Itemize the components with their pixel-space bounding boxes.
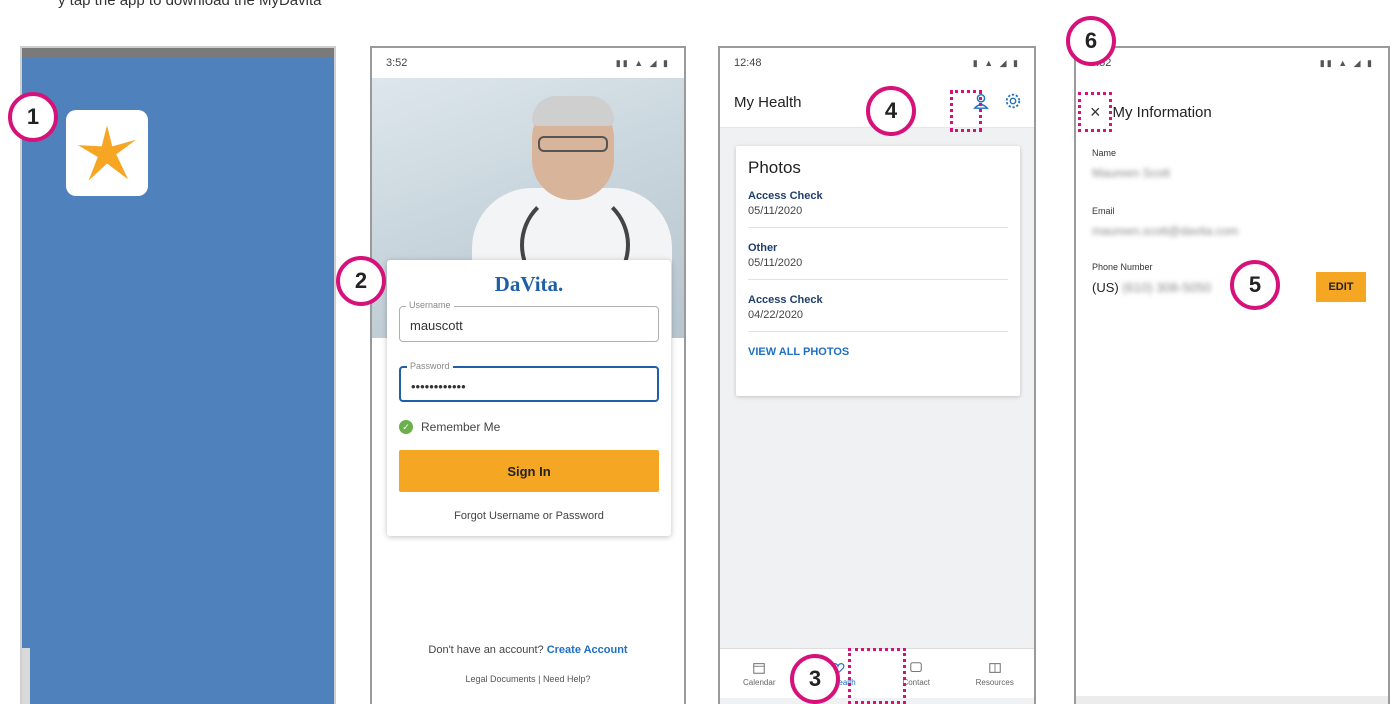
name-value: Maureen Scott: [1092, 166, 1171, 180]
status-time: 3:52: [386, 57, 408, 69]
tab-resources[interactable]: Resources: [956, 649, 1035, 698]
username-value: mauscott: [410, 318, 463, 333]
name-label: Name: [1092, 148, 1117, 158]
email-value: maureen.scott@davita.com: [1092, 224, 1239, 238]
need-help-link[interactable]: Need Help?: [543, 674, 591, 684]
page-title: My Health: [734, 94, 802, 111]
profile-icon-highlight: [950, 90, 982, 132]
tab-label: Calendar: [743, 677, 776, 687]
status-time: 12:48: [734, 57, 762, 69]
step-2-callout: 2: [336, 256, 386, 306]
step-5-callout: 5: [1230, 260, 1280, 310]
photo-type: Access Check: [748, 190, 823, 202]
screen-edge: [1076, 696, 1388, 704]
footer-separator: |: [538, 674, 541, 684]
status-icons: ▮▮ ▲ ◢ ▮: [1319, 57, 1374, 68]
page-title: My Information: [1112, 103, 1212, 121]
tutorial-stage: y tap the app to download the MyDavita 3…: [0, 0, 1391, 704]
username-field[interactable]: Username mauscott: [399, 300, 659, 342]
photo-item[interactable]: Access Check 04/22/2020: [748, 294, 1008, 332]
photo-item[interactable]: Access Check 05/11/2020: [748, 190, 1008, 228]
check-icon: ✓: [399, 420, 413, 434]
tab-label: Resources: [975, 677, 1014, 687]
status-icons: ▮▮ ▲ ◢ ▮: [615, 57, 670, 68]
email-label: Email: [1092, 206, 1115, 216]
phone-number: (US) (610) 308-5050: [1092, 280, 1211, 295]
instruction-text: y tap the app to download the MyDavita: [58, 0, 322, 9]
status-strip: [22, 48, 334, 58]
password-field[interactable]: Password ••••••••••••: [399, 361, 659, 402]
close-icon-highlight: [1078, 92, 1112, 132]
my-health-tab-highlight: [848, 648, 906, 704]
create-account-row: Don't have an account? Create Account: [372, 644, 684, 656]
password-value: ••••••••••••: [411, 379, 466, 394]
step-6-callout: 6: [1066, 16, 1116, 66]
status-bar: 12:48 ▮ ▲ ◢ ▮: [720, 48, 1034, 78]
view-all-photos-link[interactable]: VIEW ALL PHOTOS: [748, 346, 1008, 358]
my-health-screen: 12:48 ▮ ▲ ◢ ▮ My Health Photos Access Ch…: [718, 46, 1036, 704]
login-screen: 3:52 ▮▮ ▲ ◢ ▮ DaVita. Username mauscott …: [370, 46, 686, 704]
photo-date: 04/22/2020: [748, 309, 804, 321]
remember-me-toggle[interactable]: ✓ Remember Me: [399, 420, 500, 434]
my-information-screen: 3:52 ▮▮ ▲ ◢ ▮ × My Information Name Maur…: [1074, 46, 1390, 704]
step-3-callout: 3: [790, 654, 840, 704]
app-icon[interactable]: [66, 110, 148, 196]
davita-logo: DaVita.: [494, 272, 564, 296]
photos-card: Photos Access Check 05/11/2020 Other 05/…: [736, 146, 1020, 396]
footer-links: Legal Documents | Need Help?: [372, 674, 684, 684]
phone-label: Phone Number: [1092, 262, 1153, 272]
tab-calendar[interactable]: Calendar: [720, 649, 799, 698]
status-icons: ▮ ▲ ◢ ▮: [972, 57, 1020, 68]
photo-item[interactable]: Other 05/11/2020: [748, 242, 1008, 280]
remember-me-label: Remember Me: [421, 420, 501, 434]
photo-type: Other: [748, 242, 778, 254]
create-account-link[interactable]: Create Account: [547, 644, 628, 656]
status-bar: 3:52 ▮▮ ▲ ◢ ▮: [372, 48, 684, 78]
calendar-icon: [753, 662, 766, 674]
page-header: × My Information: [1076, 94, 1388, 130]
photo-date: 05/11/2020: [748, 257, 803, 269]
username-label: Username: [406, 300, 454, 310]
sign-in-button[interactable]: Sign In: [399, 450, 659, 492]
create-account-prompt: Don't have an account?: [428, 644, 544, 656]
star-logo-icon: [77, 125, 137, 181]
splash-screen: [20, 46, 336, 704]
chat-icon: [910, 661, 923, 672]
password-label: Password: [407, 361, 453, 371]
phone-number-value: (610) 308-5050: [1122, 280, 1212, 295]
step-4-callout: 4: [866, 86, 916, 136]
forgot-credentials-link[interactable]: Forgot Username or Password: [387, 510, 671, 522]
photo-type: Access Check: [748, 294, 823, 306]
settings-gear-icon[interactable]: [1004, 92, 1022, 110]
legal-documents-link[interactable]: Legal Documents: [466, 674, 536, 684]
screen-edge: [22, 648, 30, 704]
phone-country-prefix: (US): [1092, 280, 1119, 295]
photo-date: 05/11/2020: [748, 205, 803, 217]
photos-card-title: Photos: [748, 158, 801, 177]
login-card: DaVita. Username mauscott Password •••••…: [387, 260, 671, 536]
edit-phone-button[interactable]: EDIT: [1316, 272, 1366, 302]
book-icon: [988, 662, 1001, 673]
step-1-callout: 1: [8, 92, 58, 142]
tab-label: Contact: [902, 677, 931, 687]
status-bar: 3:52 ▮▮ ▲ ◢ ▮: [1076, 48, 1388, 78]
